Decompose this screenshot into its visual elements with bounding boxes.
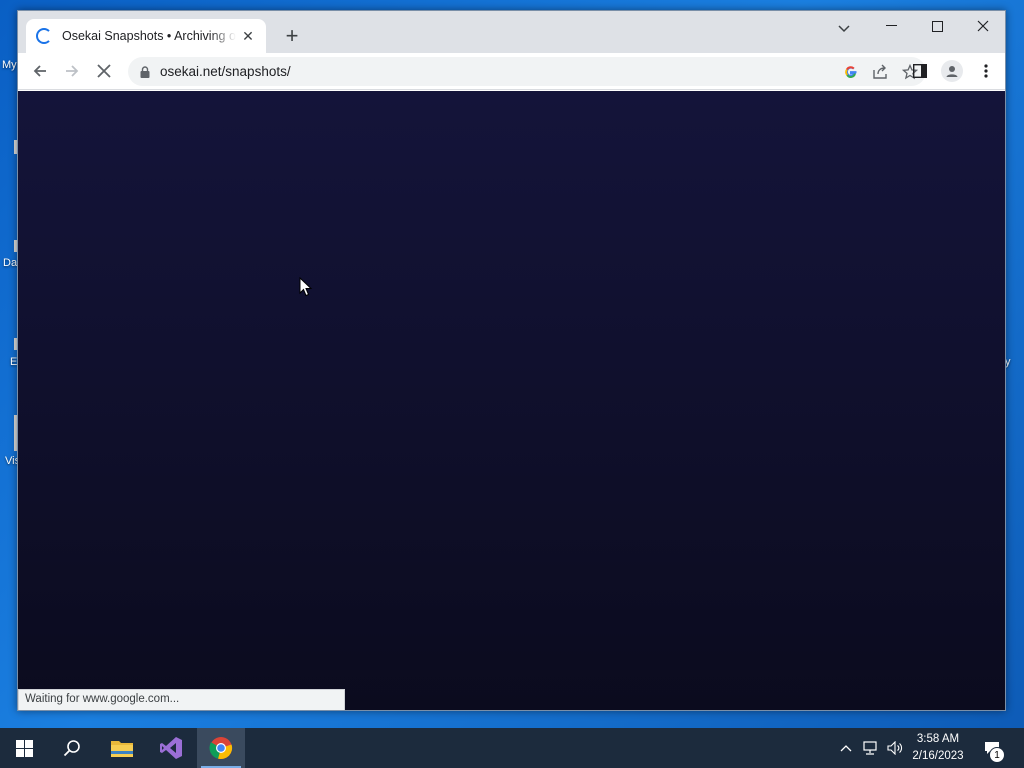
address-url: osekai.net/snapshots/ (160, 64, 291, 79)
taskbar-file-explorer[interactable] (98, 728, 146, 768)
desktop-icon-label[interactable]: My (2, 59, 17, 71)
maximize-button[interactable] (914, 11, 960, 41)
forward-button[interactable] (58, 57, 86, 85)
side-panel-icon[interactable] (906, 57, 934, 85)
taskbar-chrome[interactable] (197, 728, 245, 768)
desktop-icon-label[interactable]: Da (3, 257, 17, 269)
minimize-button[interactable] (868, 11, 914, 41)
visual-studio-icon (160, 737, 182, 759)
notification-badge: 1 (989, 747, 1005, 763)
google-lens-icon[interactable] (844, 65, 858, 79)
tab-close-icon[interactable]: ✕ (240, 28, 256, 45)
clock-time: 3:58 AM (916, 733, 960, 745)
volume-icon[interactable] (884, 728, 906, 768)
back-button[interactable] (26, 57, 54, 85)
taskbar-clock[interactable]: 3:58 AM 2/16/2023 (906, 731, 970, 765)
taskbar-search-button[interactable] (48, 728, 96, 768)
mouse-cursor-icon (299, 277, 313, 297)
loading-spinner-icon (36, 28, 52, 44)
close-window-button[interactable] (960, 11, 1006, 41)
browser-window: Osekai Snapshots • Archiving osu! histor… (17, 10, 1006, 711)
tab-strip: Osekai Snapshots • Archiving osu! histor… (18, 11, 1005, 53)
browser-toolbar: osekai.net/snapshots/ (18, 53, 1005, 90)
new-tab-button[interactable]: + (278, 23, 306, 51)
avatar (941, 60, 963, 82)
lock-icon[interactable] (140, 65, 150, 78)
show-hidden-icons-chevron-icon[interactable] (836, 728, 856, 768)
network-icon[interactable] (860, 728, 882, 768)
tab-search-chevron-icon[interactable] (830, 17, 858, 41)
folder-icon (111, 741, 133, 757)
status-bubble: Waiting for www.google.com... (18, 689, 345, 710)
tab-title: Osekai Snapshots • Archiving osu! histor… (62, 29, 236, 43)
profile-button[interactable] (938, 57, 966, 85)
stop-loading-button[interactable] (90, 57, 118, 85)
search-icon (63, 740, 80, 757)
chrome-icon (209, 737, 233, 760)
share-icon[interactable] (872, 64, 888, 80)
taskbar-visual-studio[interactable] (147, 728, 195, 768)
address-bar[interactable]: osekai.net/snapshots/ (128, 57, 926, 86)
start-button[interactable] (0, 728, 48, 768)
page-content: Waiting for www.google.com... (18, 91, 1005, 710)
browser-tab[interactable]: Osekai Snapshots • Archiving osu! histor… (26, 19, 266, 53)
windows-logo-icon (15, 739, 33, 757)
taskbar: 3:58 AM 2/16/2023 1 (0, 728, 1024, 768)
browser-menu-icon[interactable] (972, 57, 1000, 85)
clock-date: 2/16/2023 (912, 750, 964, 762)
